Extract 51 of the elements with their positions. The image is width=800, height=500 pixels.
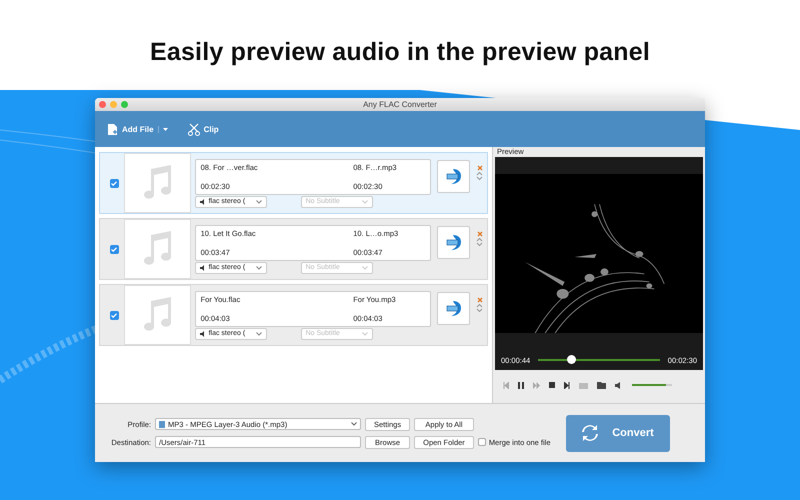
edit-output-button[interactable]	[437, 160, 470, 192]
caret-icon	[362, 200, 368, 204]
caret-icon	[256, 266, 262, 270]
music-note-icon	[141, 165, 174, 201]
scissors-icon	[188, 122, 200, 136]
edit-output-button[interactable]	[437, 226, 470, 258]
move-down-icon[interactable]	[476, 176, 483, 181]
fast-forward-button[interactable]	[533, 382, 540, 388]
remove-icon[interactable]	[476, 297, 482, 303]
add-file-icon	[107, 122, 118, 136]
speaker-icon	[200, 198, 206, 204]
remove-icon[interactable]	[476, 231, 482, 237]
audio-file-icon	[444, 299, 463, 317]
caret-icon	[362, 332, 368, 336]
close-button[interactable]	[99, 101, 106, 108]
skip-back-button[interactable]	[503, 382, 509, 388]
caret-icon	[362, 266, 368, 270]
checkbox[interactable]	[110, 178, 119, 188]
move-up-icon[interactable]	[476, 171, 483, 176]
audio-file-icon	[444, 167, 463, 185]
music-note-icon	[141, 231, 174, 267]
move-down-icon[interactable]	[476, 242, 483, 247]
window-title: Any FLAC Converter	[362, 100, 438, 109]
minimize-button[interactable]	[110, 101, 117, 108]
headline: Easily preview audio in the preview panel	[150, 38, 650, 68]
clip-button[interactable]: Clip	[186, 120, 221, 138]
zoom-button[interactable]	[121, 101, 128, 108]
move-up-icon[interactable]	[476, 303, 483, 308]
mp3-file-icon	[159, 420, 165, 428]
caret-icon	[162, 128, 168, 130]
music-note-icon	[141, 297, 174, 333]
skip-forward-button[interactable]	[564, 382, 570, 388]
refresh-icon	[582, 424, 598, 442]
volume-button[interactable]	[615, 382, 623, 388]
move-up-icon[interactable]	[476, 237, 483, 242]
caret-icon	[256, 332, 262, 336]
checkbox[interactable]	[110, 310, 119, 320]
move-down-icon[interactable]	[476, 308, 483, 313]
merge-checkbox[interactable]	[478, 438, 486, 446]
caret-icon	[351, 422, 357, 426]
folder-button[interactable]	[597, 382, 606, 388]
caret-icon	[256, 200, 262, 204]
pause-button[interactable]	[518, 382, 524, 388]
remove-icon[interactable]	[476, 165, 482, 171]
speaker-icon	[200, 330, 206, 336]
edit-output-button[interactable]	[437, 292, 470, 324]
audio-file-icon	[444, 233, 463, 251]
seek-thumb[interactable]	[567, 355, 576, 364]
add-file-button[interactable]: Add File	[105, 120, 156, 138]
checkbox[interactable]	[110, 244, 119, 254]
speaker-icon	[200, 264, 206, 270]
